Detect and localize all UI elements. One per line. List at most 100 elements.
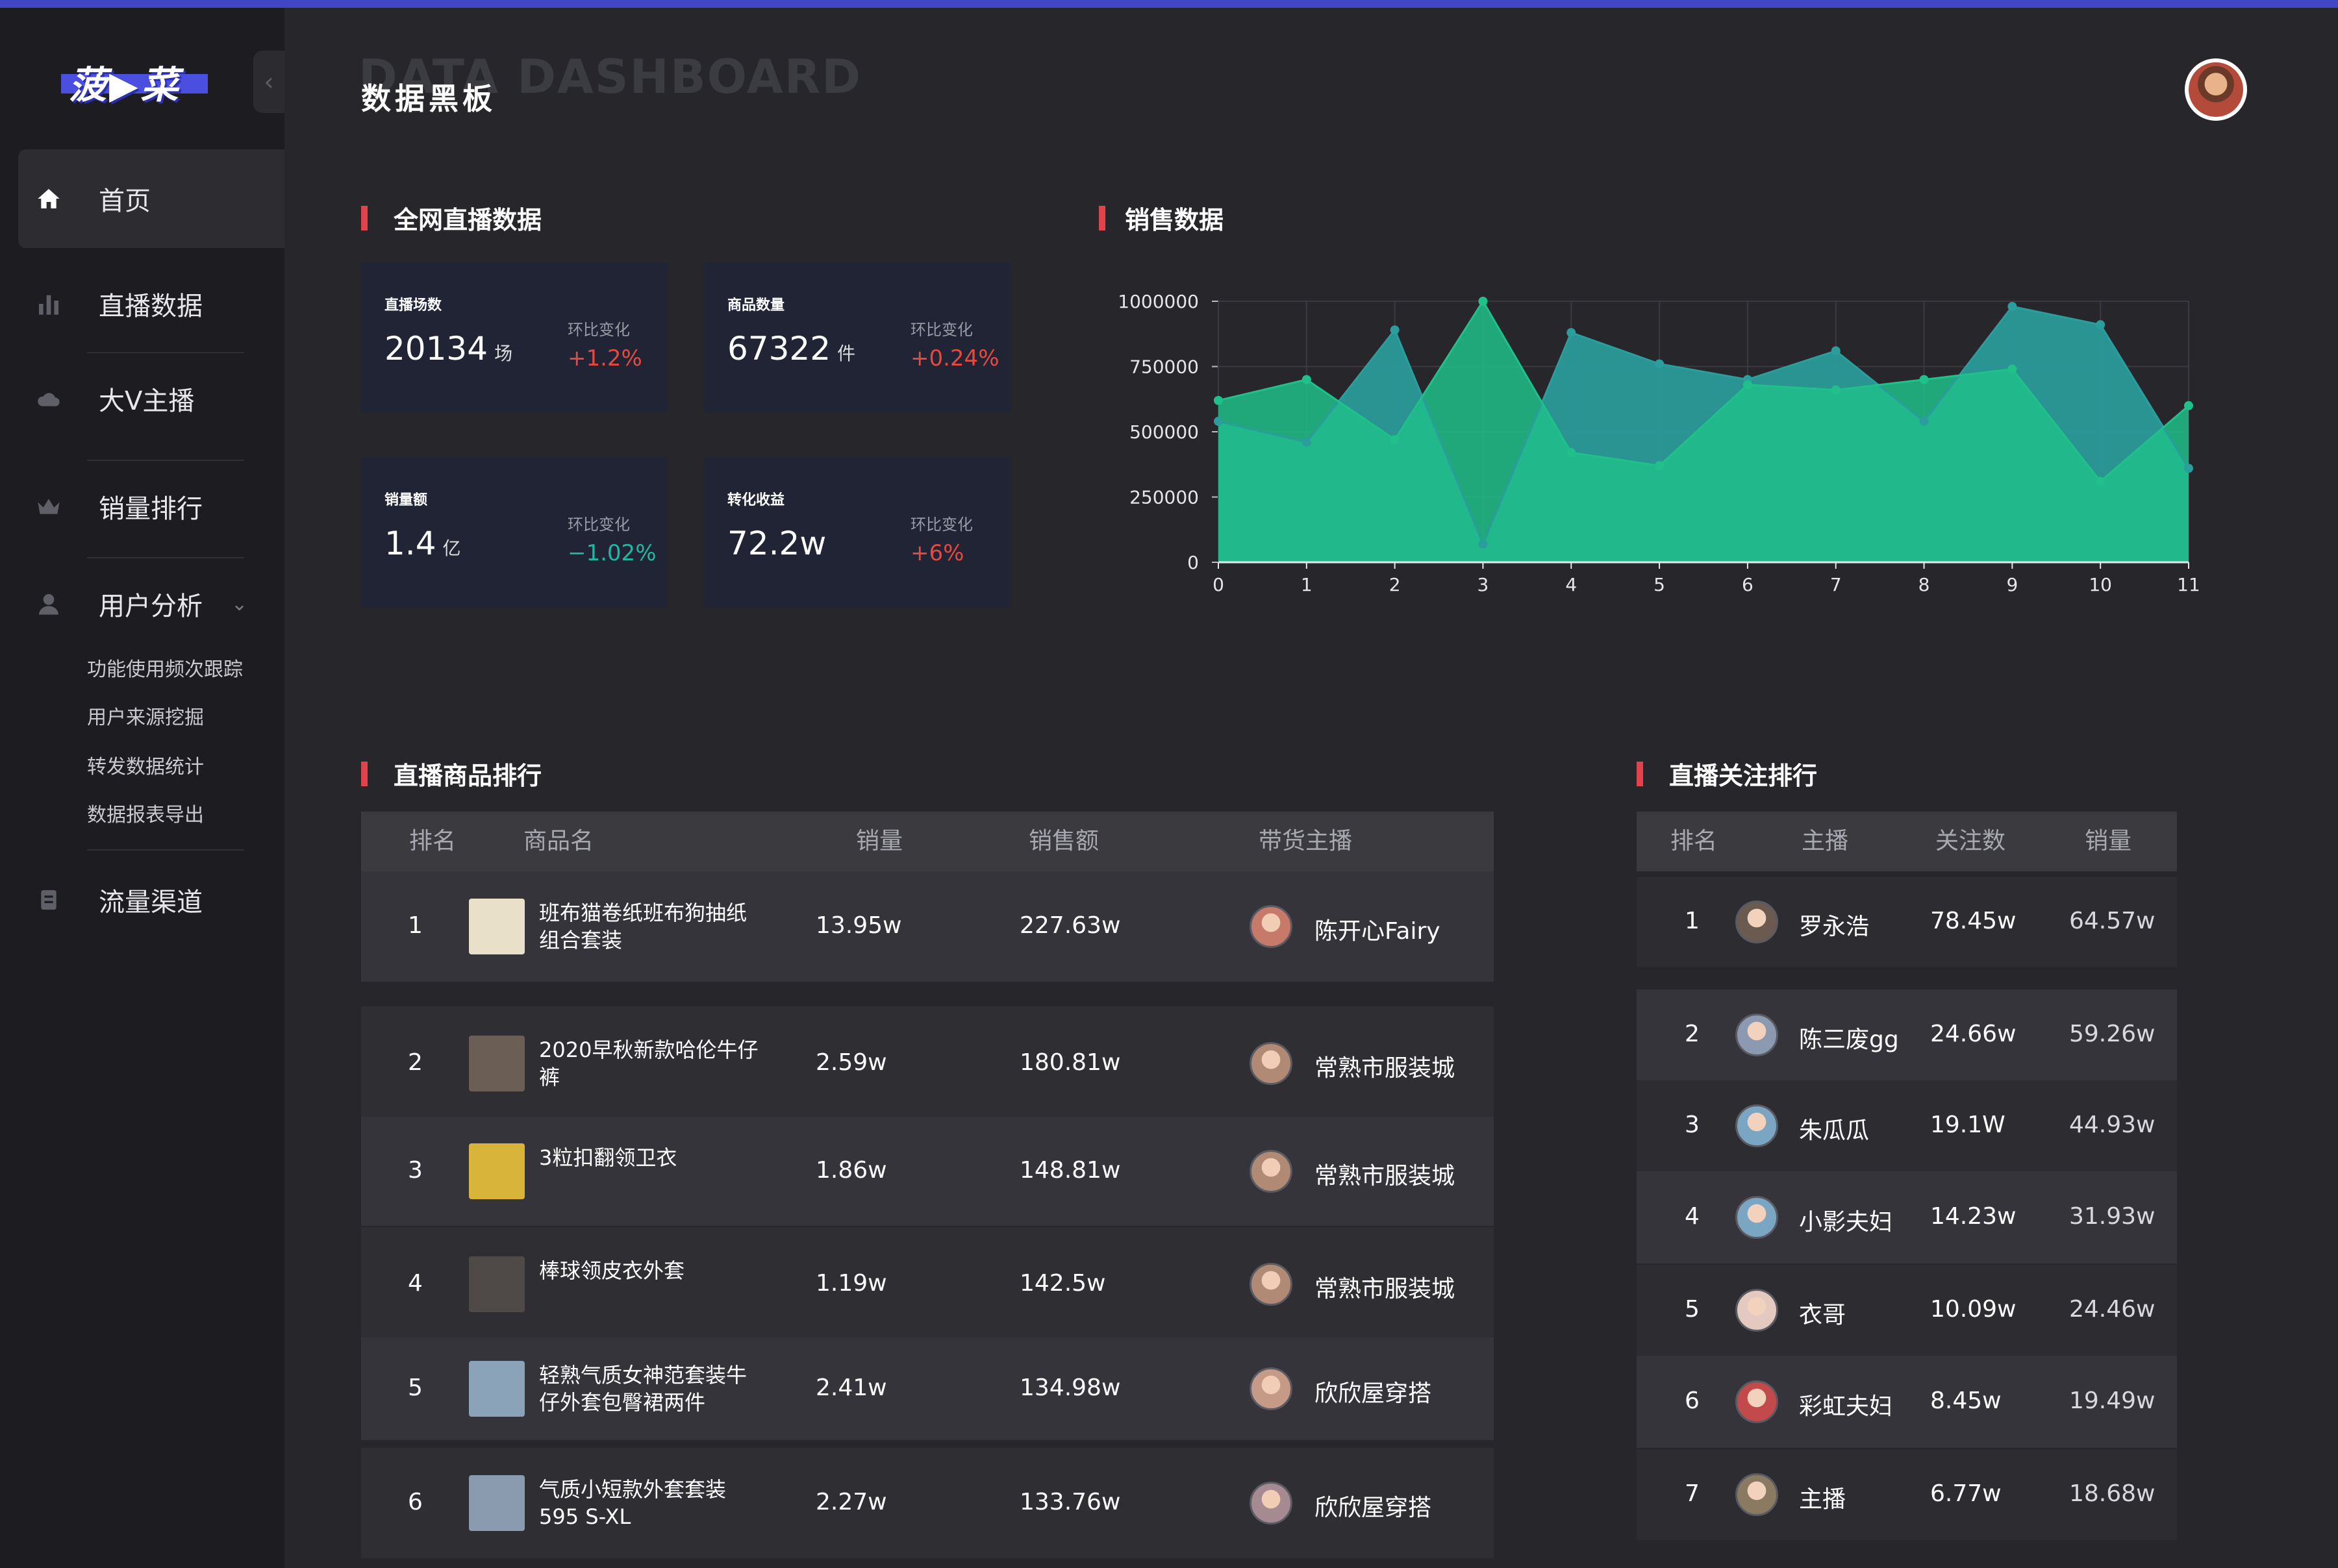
y-tick-label: 500000 bbox=[1129, 421, 1199, 443]
followers-cell: 10.09w bbox=[1930, 1296, 2017, 1323]
sales-cell: 13.95w bbox=[816, 912, 902, 939]
data-point bbox=[2007, 364, 2017, 374]
sales-cell: 19.49w bbox=[2069, 1388, 2156, 1414]
host-avatar bbox=[1735, 1104, 1778, 1147]
host-avatar bbox=[1735, 1380, 1778, 1423]
table-row[interactable]: 7 主播 6.77w 18.68w bbox=[1637, 1449, 2177, 1540]
table-row[interactable]: 3 朱瓜瓜 19.1W 44.93w bbox=[1637, 1080, 2177, 1171]
rank-cell: 3 bbox=[408, 1157, 423, 1184]
table-row[interactable]: 4 小影夫妇 14.23w 31.93w bbox=[1637, 1171, 2177, 1263]
sales-cell: 2.59w bbox=[816, 1049, 887, 1076]
collapse-sidebar-button[interactable]: ‹ bbox=[253, 51, 284, 113]
table-row[interactable]: 5 衣哥 10.09w 24.46w bbox=[1637, 1265, 2177, 1356]
sidebar-item-traffic-channel[interactable]: 流量渠道 bbox=[18, 851, 284, 949]
host-avatar bbox=[1250, 1482, 1292, 1524]
stat-card-conversion-revenue: 转化收益 72.2w 环比变化 +6% bbox=[704, 457, 1011, 608]
host-avatar bbox=[1250, 1150, 1292, 1193]
table-row[interactable]: 2 2020早秋新款哈伦牛仔裤 2.59w 180.81w 常熟市服装城 bbox=[361, 1006, 1494, 1121]
product-name: 气质小短款外套套装595 S-XL bbox=[539, 1477, 727, 1529]
change-value: +1.2% bbox=[568, 345, 642, 371]
host-name: 陈三废gg bbox=[1799, 1027, 1899, 1053]
product-name: 2020早秋新款哈伦牛仔裤 bbox=[539, 1038, 759, 1089]
sales-cell: 31.93w bbox=[2069, 1203, 2156, 1230]
host-name: 朱瓜瓜 bbox=[1799, 1117, 1870, 1144]
stat-card-sales-amount: 销量额 1.4 亿 环比变化 −1.02% bbox=[361, 457, 668, 608]
product-name: 棒球领皮衣外套 bbox=[539, 1258, 685, 1283]
data-point bbox=[2007, 302, 2017, 312]
sidebar-item-live-data[interactable]: 直播数据 bbox=[18, 255, 284, 353]
host-avatar bbox=[1250, 905, 1292, 948]
chevron-down-icon: ⌄ bbox=[231, 592, 248, 616]
rank-cell: 1 bbox=[1685, 908, 1700, 934]
data-point bbox=[1655, 461, 1665, 471]
sidebar-item-big-v[interactable]: 大V主播 bbox=[18, 349, 284, 448]
data-point bbox=[1919, 375, 1929, 384]
product-name: 轻熟气质女神范套装牛仔外套包臀裙两件 bbox=[539, 1363, 748, 1415]
table-row[interactable]: 6 气质小短款外套套装595 S-XL 2.27w 133.76w 欣欣屋穿搭 bbox=[361, 1448, 1494, 1558]
logo[interactable]: 菠▶菜 bbox=[61, 55, 208, 109]
host-avatar bbox=[1250, 1263, 1292, 1306]
data-point bbox=[1919, 416, 1929, 426]
host-name: 常熟市服装城 bbox=[1314, 1055, 1455, 1082]
followers-cell: 78.45w bbox=[1930, 908, 2017, 934]
sales-area-chart[interactable]: 1000000 750000 500000 250000 00 1 2 3 4 5 6 7 8 9 10 11 bbox=[1098, 273, 2215, 610]
x-tick-label: 9 bbox=[2006, 574, 2018, 595]
section-title-products: 直播商品排行 bbox=[361, 756, 542, 791]
host-avatar bbox=[1735, 1196, 1778, 1239]
sub-item-report-export[interactable]: 数据报表导出 bbox=[87, 799, 204, 827]
page-title: 数据黑板 bbox=[361, 81, 496, 116]
user-avatar[interactable] bbox=[2185, 58, 2247, 121]
y-tick-label: 250000 bbox=[1129, 487, 1199, 508]
sidebar-item-home[interactable]: 首页 bbox=[18, 149, 284, 248]
table-row[interactable]: 2 陈三废gg 24.66w 59.26w bbox=[1637, 989, 2177, 1080]
sidebar-item-sales-rank[interactable]: 销量排行 bbox=[18, 457, 284, 556]
rank-cell: 2 bbox=[1685, 1021, 1700, 1047]
table-row[interactable]: 6 彩虹夫妇 8.45w 19.49w bbox=[1637, 1356, 2177, 1448]
host-avatar bbox=[1735, 1014, 1778, 1056]
revenue-cell: 142.5w bbox=[1020, 1270, 1106, 1297]
x-tick-label: 11 bbox=[2177, 574, 2200, 595]
chevron-left-icon: ‹ bbox=[264, 68, 274, 96]
sidebar-item-user-analysis[interactable]: 用户分析 ⌄ bbox=[18, 554, 284, 653]
sub-item-user-source[interactable]: 用户来源挖掘 bbox=[87, 701, 204, 730]
y-tick-label: 1000000 bbox=[1118, 291, 1199, 312]
section-title-network: 全网直播数据 bbox=[361, 200, 542, 236]
table-row[interactable]: 3 3粒扣翻领卫衣 1.86w 148.81w 常熟市服装城 bbox=[361, 1117, 1494, 1226]
host-name: 主播 bbox=[1799, 1486, 1846, 1513]
sub-item-share-stats[interactable]: 转发数据统计 bbox=[87, 751, 204, 779]
revenue-cell: 148.81w bbox=[1020, 1157, 1121, 1184]
followers-cell: 6.77w bbox=[1930, 1480, 2002, 1507]
data-point bbox=[1301, 438, 1311, 447]
followers-cell: 8.45w bbox=[1930, 1388, 2002, 1414]
data-point bbox=[2184, 401, 2193, 410]
host-name: 小影夫妇 bbox=[1799, 1209, 1893, 1236]
table-row[interactable]: 1 罗永浩 78.45w 64.57w bbox=[1637, 877, 2177, 967]
x-tick-label: 8 bbox=[1918, 574, 1930, 595]
data-point bbox=[1566, 328, 1576, 338]
sales-cell: 1.19w bbox=[816, 1270, 887, 1297]
table-row[interactable]: 5 轻熟气质女神范套装牛仔外套包臀裙两件 2.41w 134.98w 欣欣屋穿搭 bbox=[361, 1338, 1494, 1440]
rank-cell: 6 bbox=[1685, 1388, 1700, 1414]
product-thumbnail bbox=[469, 1256, 525, 1312]
host-name: 常熟市服装城 bbox=[1314, 1276, 1455, 1302]
rank-cell: 2 bbox=[408, 1049, 423, 1076]
rank-cell: 7 bbox=[1685, 1480, 1700, 1507]
section-title-follows: 直播关注排行 bbox=[1637, 756, 1817, 791]
sales-cell: 2.41w bbox=[816, 1375, 887, 1401]
product-name: 班布猫卷纸班布狗抽纸组合套装 bbox=[539, 901, 748, 952]
x-tick-label: 0 bbox=[1213, 574, 1224, 595]
section-title-sales: 销售数据 bbox=[1099, 200, 1224, 236]
x-tick-label: 6 bbox=[1742, 574, 1754, 595]
product-name: 3粒扣翻领卫衣 bbox=[539, 1145, 677, 1170]
sub-item-feature-frequency[interactable]: 功能使用频次跟踪 bbox=[87, 653, 243, 682]
x-tick-label: 5 bbox=[1653, 574, 1665, 595]
sales-cell: 2.27w bbox=[816, 1489, 887, 1515]
followers-cell: 24.66w bbox=[1930, 1021, 2017, 1047]
table-row[interactable]: 1 班布猫卷纸班布狗抽纸组合套装 13.95w 227.63w 陈开心Fairy bbox=[361, 871, 1494, 982]
revenue-cell: 133.76w bbox=[1020, 1489, 1121, 1515]
product-thumbnail bbox=[469, 1143, 525, 1199]
table-row[interactable]: 4 棒球领皮衣外套 1.19w 142.5w 常熟市服装城 bbox=[361, 1227, 1494, 1341]
product-thumbnail bbox=[469, 1361, 525, 1417]
y-tick-label: 0 bbox=[1187, 552, 1199, 573]
data-point bbox=[1390, 325, 1400, 335]
